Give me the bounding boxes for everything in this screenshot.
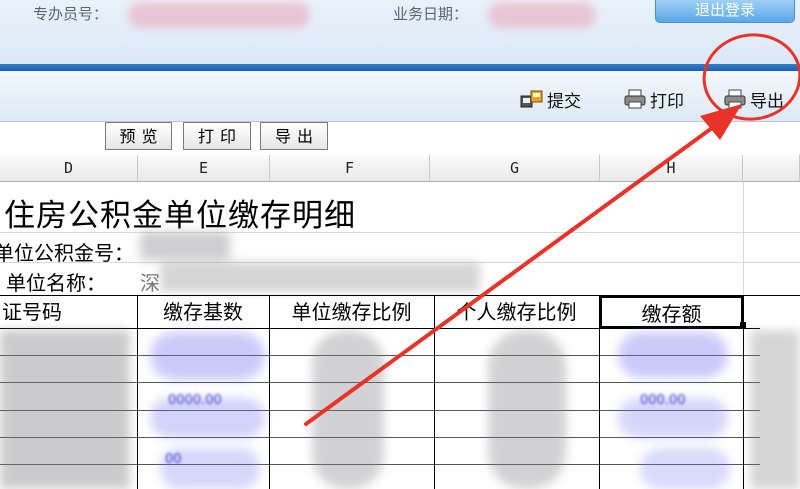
annotation-circle [702,33,800,121]
annotation-overlay [304,33,800,426]
annotation-arrow-line [304,126,714,426]
